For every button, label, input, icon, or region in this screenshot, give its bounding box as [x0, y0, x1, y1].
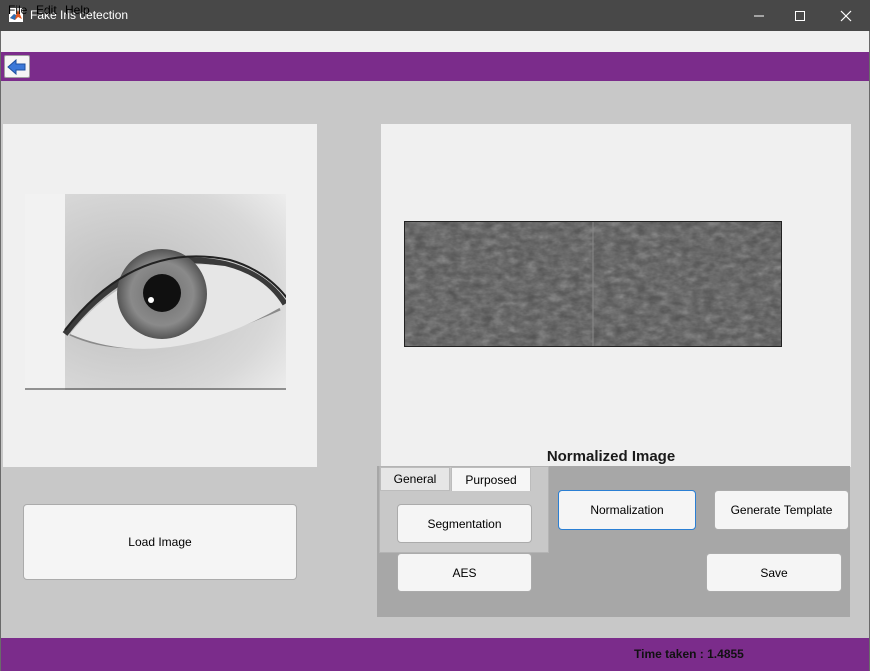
maximize-icon — [795, 10, 805, 21]
back-arrow-icon — [7, 58, 26, 75]
minimize-button[interactable] — [736, 0, 782, 31]
normalization-button[interactable]: Normalization — [558, 490, 696, 530]
save-button[interactable]: Save — [706, 553, 842, 592]
menu-file[interactable]: File — [8, 3, 27, 17]
menu-bar — [0, 31, 870, 52]
segmentation-button[interactable]: Segmentation — [397, 504, 532, 543]
menu-help[interactable]: Help — [65, 3, 90, 17]
menu-edit[interactable]: Edit — [36, 3, 57, 17]
minimize-icon — [754, 15, 764, 16]
tab-general[interactable]: General — [380, 467, 450, 491]
aes-button[interactable]: AES — [397, 553, 532, 592]
load-image-button[interactable]: Load Image — [23, 504, 297, 580]
time-taken-label: Time taken : 1.4855 — [634, 647, 744, 661]
eye-image — [25, 194, 286, 390]
maximize-button[interactable] — [777, 0, 823, 31]
generate-template-button[interactable]: Generate Template — [714, 490, 849, 530]
close-icon — [840, 10, 852, 21]
normalized-iris-image — [404, 221, 782, 347]
toolbar — [0, 52, 870, 81]
window-border-left — [0, 31, 1, 671]
normalized-image-title: Normalized Image — [546, 448, 676, 465]
back-button[interactable] — [4, 55, 30, 78]
tab-purposed[interactable]: Purposed — [451, 467, 531, 491]
close-button[interactable] — [823, 0, 869, 31]
